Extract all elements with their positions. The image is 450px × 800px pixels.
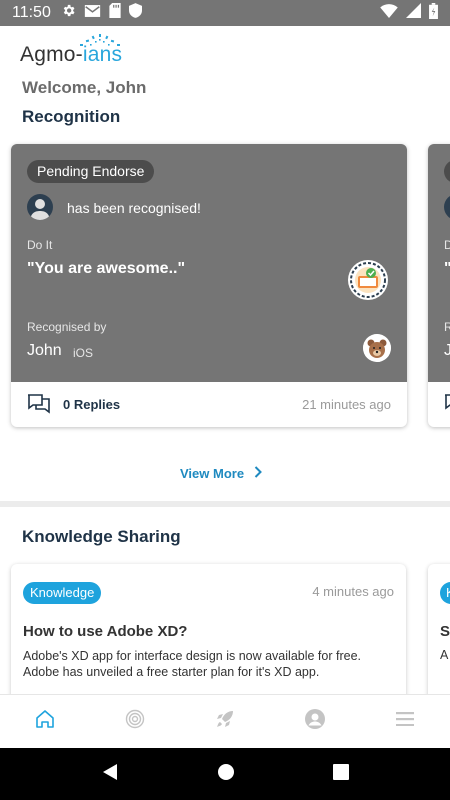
recognition-card-next[interactable]: D " R J bbox=[428, 144, 450, 427]
nav-profile[interactable] bbox=[295, 702, 335, 742]
nav-rocket[interactable] bbox=[205, 702, 245, 742]
recogniser-name-next: J bbox=[444, 342, 450, 359]
recognition-card[interactable]: Pending Endorse has been recognised! Do … bbox=[11, 144, 407, 427]
logo-main-text: Agmo- bbox=[20, 43, 83, 66]
status-bar: 11:50 bbox=[0, 0, 450, 26]
status-time: 11:50 bbox=[12, 4, 51, 21]
gear-icon bbox=[61, 3, 76, 23]
status-badge-next bbox=[444, 160, 450, 183]
recognition-time: 21 minutes ago bbox=[302, 397, 391, 412]
logo-wordmark: Agmo-ians bbox=[20, 43, 122, 67]
knowledge-card-next[interactable]: K S A bbox=[428, 564, 450, 704]
chat-icon-next bbox=[444, 394, 450, 421]
knowledge-title: Knowledge Sharing bbox=[22, 527, 181, 546]
chevron-right-icon bbox=[254, 466, 262, 481]
recognition-card-next-body: D " R J bbox=[428, 144, 450, 382]
recognised-by-label: Recognised by bbox=[27, 320, 107, 334]
replies-count[interactable]: 0 Replies bbox=[63, 397, 120, 412]
recognised-by-label-next: R bbox=[444, 320, 450, 334]
knowledge-title-next: S bbox=[440, 623, 450, 640]
chat-icon[interactable] bbox=[27, 393, 51, 416]
recogniser-name: John bbox=[27, 342, 62, 359]
recents-icon[interactable] bbox=[333, 763, 349, 785]
recognised-text: has been recognised! bbox=[67, 200, 201, 216]
view-more-label: View More bbox=[180, 466, 245, 481]
shield-icon bbox=[128, 3, 142, 23]
home-button-icon[interactable] bbox=[217, 763, 235, 786]
mail-icon bbox=[84, 4, 101, 23]
value-label-next: D bbox=[444, 238, 450, 252]
sd-card-icon bbox=[109, 3, 121, 23]
welcome-text: Welcome, John bbox=[22, 78, 147, 97]
app-screen: 11:50 Agmo-ians Welcome, John Recognitio… bbox=[0, 0, 450, 800]
rocket-icon bbox=[215, 709, 235, 734]
wifi-icon bbox=[380, 3, 398, 23]
signal-icon bbox=[406, 3, 421, 23]
recognition-card-body: Pending Endorse has been recognised! Do … bbox=[11, 144, 407, 382]
home-icon bbox=[35, 710, 55, 733]
card-footer: 0 Replies 21 minutes ago bbox=[11, 382, 407, 427]
recogniser-platform: iOS bbox=[73, 346, 94, 360]
back-icon[interactable] bbox=[101, 763, 119, 786]
knowledge-card[interactable]: Knowledge 4 minutes ago How to use Adobe… bbox=[11, 564, 406, 704]
section-divider bbox=[0, 501, 450, 507]
knowledge-title-text: How to use Adobe XD? bbox=[23, 623, 188, 640]
knowledge-tag: Knowledge bbox=[23, 582, 102, 604]
recogniser-avatar bbox=[363, 334, 391, 362]
recipient-avatar bbox=[27, 194, 53, 220]
nav-home[interactable] bbox=[25, 702, 65, 742]
knowledge-time: 4 minutes ago bbox=[312, 584, 394, 599]
bottom-nav bbox=[0, 694, 450, 748]
profile-icon bbox=[305, 709, 325, 734]
nav-menu[interactable] bbox=[385, 702, 425, 742]
view-more-link[interactable]: View More bbox=[180, 466, 262, 481]
recipient-avatar-next bbox=[444, 194, 450, 220]
knowledge-body-next: A bbox=[440, 648, 449, 662]
system-nav-bar bbox=[0, 748, 450, 800]
award-badge-icon bbox=[347, 259, 389, 301]
menu-icon bbox=[396, 712, 414, 731]
battery-icon bbox=[429, 2, 438, 24]
status-badge: Pending Endorse bbox=[27, 160, 155, 183]
value-label: Do It bbox=[27, 238, 53, 252]
quote-next: " bbox=[444, 260, 450, 278]
knowledge-tag-next: K bbox=[440, 582, 450, 604]
knowledge-body: Adobe's XD app for interface design is n… bbox=[23, 649, 361, 679]
target-icon bbox=[125, 709, 145, 734]
recognition-title: Recognition bbox=[22, 107, 121, 126]
recognition-quote: "You are awesome.." bbox=[27, 260, 186, 277]
logo-accent-text: ians bbox=[82, 43, 123, 66]
nav-target[interactable] bbox=[115, 702, 155, 742]
